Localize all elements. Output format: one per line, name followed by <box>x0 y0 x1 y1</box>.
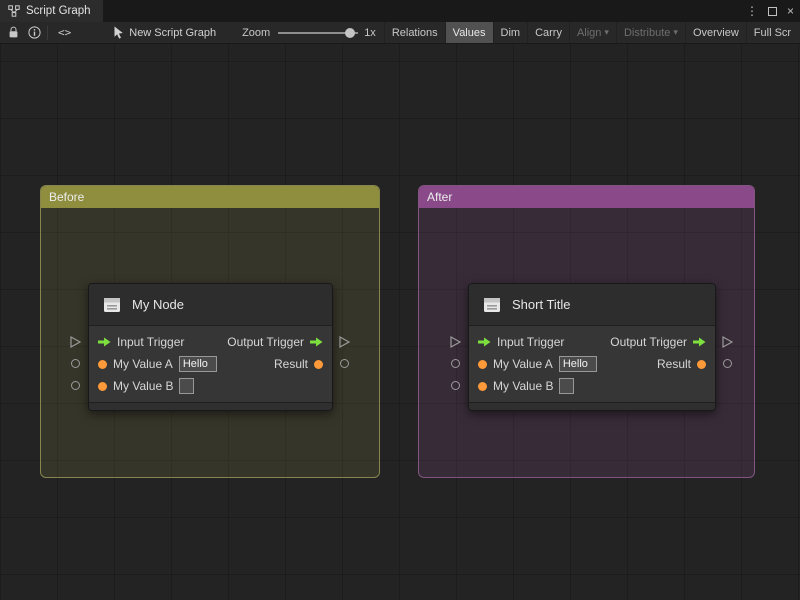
result-port-icon[interactable] <box>697 359 706 369</box>
distribute-label: Distribute <box>623 26 671 39</box>
node-footer <box>469 402 715 410</box>
group-after-titlebar[interactable]: After <box>419 186 754 208</box>
align-label: Align <box>576 26 602 39</box>
ext-value-a-port[interactable] <box>451 359 460 368</box>
cursor-icon <box>114 26 124 39</box>
graph-toolbar: <> New Script Graph Zoom 1x Relations Va… <box>0 22 800 44</box>
port-row-triggers: Input Trigger Output Trigger <box>469 331 715 353</box>
output-trigger-label: Output Trigger <box>610 335 687 349</box>
ext-value-b-port[interactable] <box>71 381 80 390</box>
input-trigger-label: Input Trigger <box>497 335 565 349</box>
zoom-label: Zoom <box>242 26 271 39</box>
group-before-titlebar[interactable]: Before <box>41 186 379 208</box>
graph-picker[interactable]: New Script Graph <box>113 26 216 39</box>
window-controls: ⋮ × <box>746 0 794 22</box>
port-row-value-b: My Value B <box>89 375 332 397</box>
ext-trigger-out-port[interactable] <box>339 336 350 348</box>
unit-icon <box>484 297 500 312</box>
tab-title: Script Graph <box>26 5 91 17</box>
graph-icon <box>8 5 20 17</box>
relations-button[interactable]: Relations <box>383 22 445 43</box>
values-button[interactable]: Values <box>444 22 493 43</box>
node-my-node-header[interactable]: My Node <box>89 284 332 326</box>
info-icon[interactable] <box>28 26 41 39</box>
node-short-title-header[interactable]: Short Title <box>469 284 715 326</box>
chevron-down-icon: ▾ <box>673 27 678 37</box>
node-ports: Input Trigger Output Trigger My Value A … <box>469 326 715 402</box>
trigger-in-icon[interactable] <box>478 337 491 347</box>
node-title: My Node <box>132 297 185 312</box>
value-a-input[interactable] <box>178 356 217 372</box>
graph-canvas[interactable]: Before After My Node Input Trigger Outpu… <box>0 44 800 600</box>
window-titlebar: Script Graph ⋮ × <box>0 0 800 22</box>
port-row-value-b: My Value B <box>469 375 715 397</box>
overview-button[interactable]: Overview <box>684 22 746 43</box>
ext-result-port[interactable] <box>340 359 349 368</box>
ext-value-a-port[interactable] <box>71 359 80 368</box>
port-row-value-a: My Value A Result <box>469 353 715 375</box>
trigger-out-icon[interactable] <box>310 337 323 347</box>
group-after-title: After <box>427 190 453 204</box>
node-my-node[interactable]: My Node Input Trigger Output Trigger My … <box>88 283 333 411</box>
value-a-label: My Value A <box>113 357 173 371</box>
value-a-label: My Value A <box>493 357 553 371</box>
node-footer <box>89 402 332 410</box>
zoom-slider[interactable] <box>278 27 359 39</box>
fullscreen-button[interactable]: Full Scr <box>745 22 798 43</box>
ext-trigger-in-port[interactable] <box>450 336 461 348</box>
ext-result-port[interactable] <box>723 359 732 368</box>
value-a-input[interactable] <box>558 356 597 372</box>
ext-trigger-out-port[interactable] <box>722 336 733 348</box>
kebab-menu-icon[interactable]: ⋮ <box>746 5 758 17</box>
node-ports: Input Trigger Output Trigger My Value A … <box>89 326 332 402</box>
result-label: Result <box>273 357 308 371</box>
tab-script-graph[interactable]: Script Graph <box>0 0 103 22</box>
port-row-triggers: Input Trigger Output Trigger <box>89 331 332 353</box>
trigger-out-icon[interactable] <box>693 337 706 347</box>
zoom-slider-knob[interactable] <box>345 27 356 38</box>
ext-value-b-port[interactable] <box>451 381 460 390</box>
code-view-icon[interactable]: <> <box>54 26 75 39</box>
graph-name: New Script Graph <box>129 26 217 39</box>
toolbar-divider <box>47 25 48 40</box>
lock-icon[interactable] <box>8 26 19 39</box>
value-b-input[interactable] <box>179 378 195 394</box>
result-port-icon[interactable] <box>314 359 323 369</box>
align-dropdown[interactable]: Align ▾ <box>568 22 616 43</box>
port-row-value-a: My Value A Result <box>89 353 332 375</box>
zoom-value: 1x <box>364 26 376 39</box>
input-trigger-label: Input Trigger <box>117 335 185 349</box>
node-short-title[interactable]: Short Title Input Trigger Output Trigger <box>468 283 716 411</box>
value-b-label: My Value B <box>113 379 174 393</box>
group-before-title: Before <box>49 190 85 204</box>
output-trigger-label: Output Trigger <box>227 335 304 349</box>
value-b-label: My Value B <box>493 379 554 393</box>
node-title: Short Title <box>512 297 571 312</box>
value-a-port-icon[interactable] <box>478 359 487 369</box>
close-icon[interactable]: × <box>787 5 794 17</box>
value-a-port-icon[interactable] <box>98 359 107 369</box>
maximize-icon[interactable] <box>767 6 777 16</box>
result-label: Result <box>656 357 691 371</box>
ext-trigger-in-port[interactable] <box>70 336 81 348</box>
carry-button[interactable]: Carry <box>527 22 569 43</box>
value-b-port-icon[interactable] <box>478 381 487 391</box>
distribute-dropdown[interactable]: Distribute ▾ <box>615 22 685 43</box>
value-b-input[interactable] <box>559 378 575 394</box>
unit-icon <box>104 297 120 312</box>
chevron-down-icon: ▾ <box>604 27 609 37</box>
value-b-port-icon[interactable] <box>98 381 107 391</box>
dim-button[interactable]: Dim <box>492 22 528 43</box>
trigger-in-icon[interactable] <box>98 337 111 347</box>
